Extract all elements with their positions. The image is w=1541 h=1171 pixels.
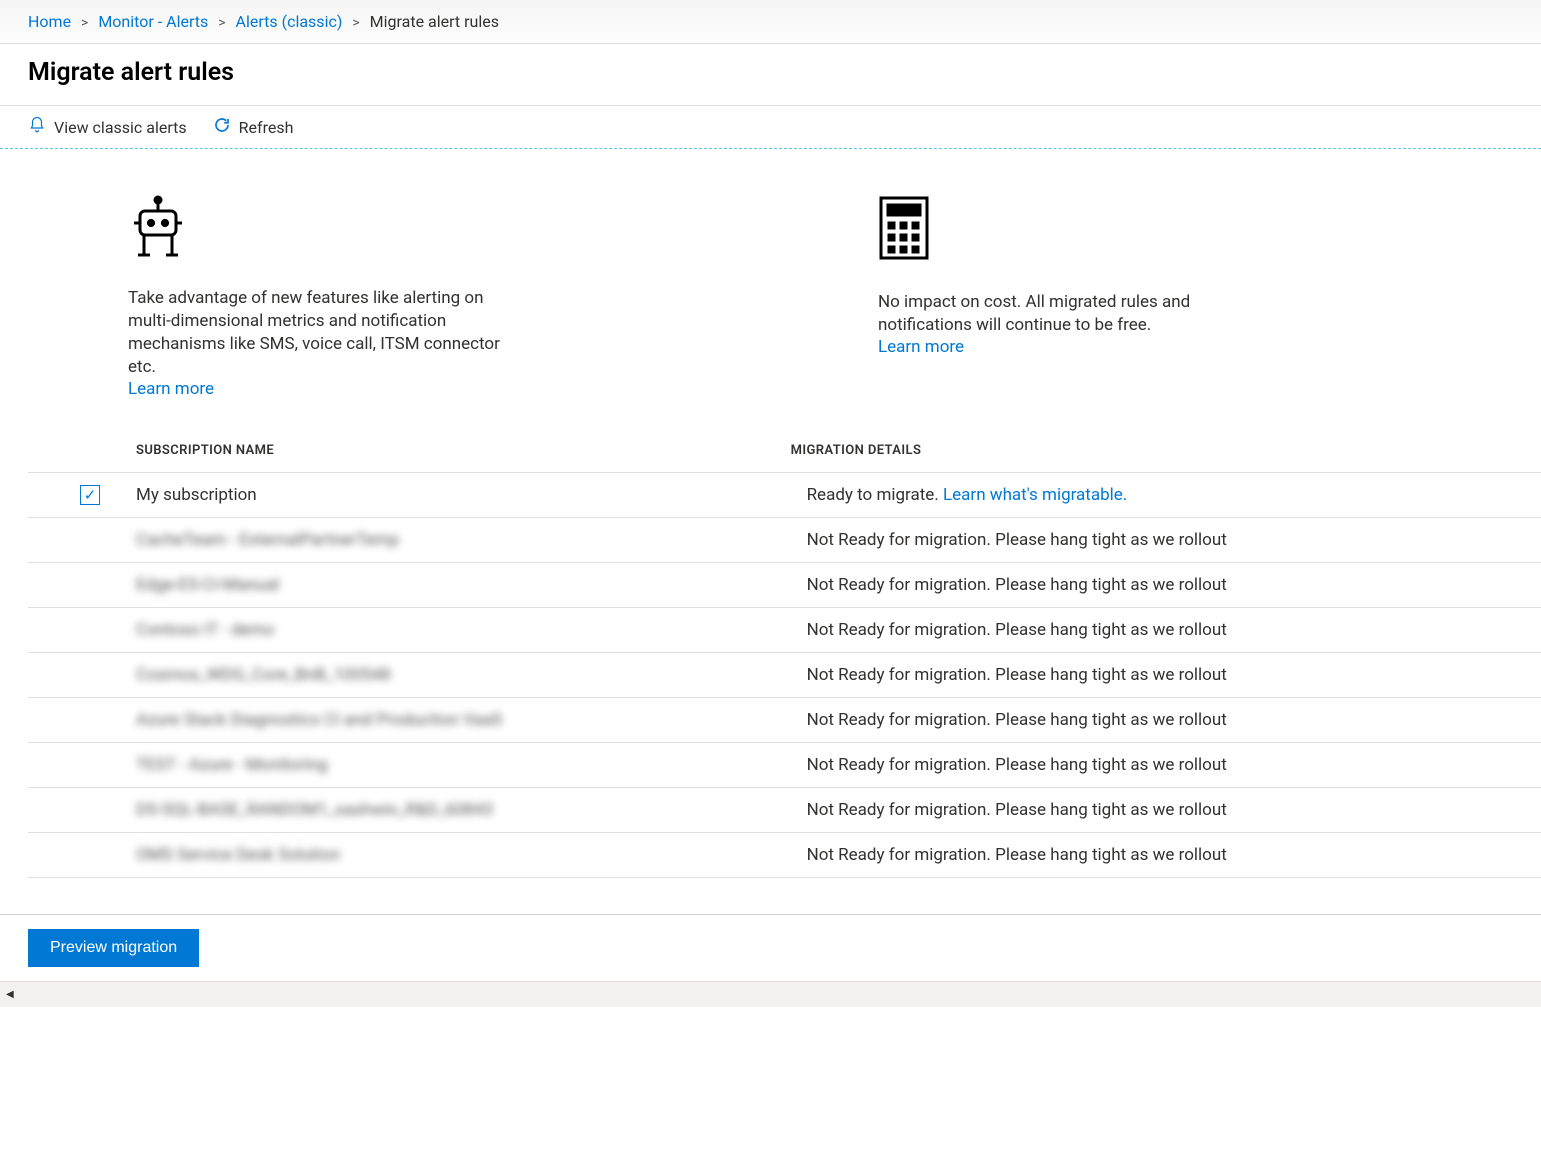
row-checkbox-cell — [28, 608, 108, 653]
refresh-icon — [213, 116, 231, 138]
table-row[interactable]: Azure Stack Diagnostics CI and Productio… — [28, 698, 1541, 743]
row-checkbox-cell: ✓ — [28, 472, 108, 518]
subscription-name-cell: CacheTeam - ExternalPartnerTemp — [108, 518, 783, 563]
breadcrumb-separator: > — [81, 15, 88, 31]
subscription-name: Azure Stack Diagnostics CI and Productio… — [136, 710, 502, 730]
footer-bar: Preview migration — [0, 914, 1541, 981]
migration-details-cell: Not Ready for migration. Please hang tig… — [783, 698, 1541, 743]
row-checkbox-cell — [28, 743, 108, 788]
table-row[interactable]: Contoso IT - demo Not Ready for migration… — [28, 608, 1541, 653]
table-row[interactable]: TEST - Azure - Monitoring Not Ready for m… — [28, 743, 1541, 788]
breadcrumb-monitor-alerts[interactable]: Monitor - Alerts — [98, 12, 208, 31]
subscription-name: Cosmos_WDG_Core_BnB_100548 — [136, 665, 391, 685]
breadcrumb-separator: > — [218, 15, 225, 31]
view-classic-alerts-button[interactable]: View classic alerts — [28, 116, 187, 138]
table-row[interactable]: OMS Service Desk Solution Not Ready for m… — [28, 833, 1541, 878]
subscription-name-cell: Contoso IT - demo — [108, 608, 783, 653]
learn-migratable-link[interactable]: Learn what's migratable. — [943, 485, 1127, 505]
table-row[interactable]: ✓ My subscription Ready to migrate. Learn … — [28, 472, 1541, 518]
migration-status-text: Not Ready for migration. Please hang tig… — [807, 800, 1227, 820]
table-row[interactable]: Edge-ES-CI-Manual Not Ready for migration… — [28, 563, 1541, 608]
row-checkbox-cell — [28, 833, 108, 878]
row-checkbox-cell — [28, 653, 108, 698]
info-cost-text: No impact on cost. All migrated rules an… — [878, 291, 1278, 337]
info-block-features: Take advantage of new features like aler… — [128, 195, 528, 399]
collapse-triangle-icon[interactable]: ◀ — [6, 989, 14, 1000]
breadcrumb-current: Migrate alert rules — [370, 12, 499, 31]
row-checkbox-cell — [28, 788, 108, 833]
preview-migration-button[interactable]: Preview migration — [28, 929, 199, 967]
breadcrumb-home[interactable]: Home — [28, 12, 71, 31]
migration-details-cell: Not Ready for migration. Please hang tig… — [783, 743, 1541, 788]
migration-status-text: Not Ready for migration. Please hang tig… — [807, 710, 1227, 730]
table-row[interactable]: DS-SQL-BASE_RANDOM1_sashwin_R&D_60843 Not… — [28, 788, 1541, 833]
subscription-name-cell: DS-SQL-BASE_RANDOM1_sashwin_R&D_60843 — [108, 788, 783, 833]
migration-details-cell: Not Ready for migration. Please hang tig… — [783, 563, 1541, 608]
refresh-label: Refresh — [239, 118, 294, 137]
page-title: Migrate alert rules — [0, 44, 1541, 105]
migration-details-cell: Not Ready for migration. Please hang tig… — [783, 608, 1541, 653]
bell-icon — [28, 116, 46, 138]
row-checkbox-cell — [28, 698, 108, 743]
subscription-table: SUBSCRIPTION NAME MIGRATION DETAILS ✓ My … — [28, 429, 1541, 879]
subscription-name-cell: Cosmos_WDG_Core_BnB_100548 — [108, 653, 783, 698]
subscription-name: DS-SQL-BASE_RANDOM1_sashwin_R&D_60843 — [136, 800, 493, 820]
breadcrumb-separator: > — [352, 15, 359, 31]
info-block-cost: No impact on cost. All migrated rules an… — [878, 195, 1278, 399]
table-header-name: SUBSCRIPTION NAME — [108, 429, 783, 473]
subscription-table-wrap: SUBSCRIPTION NAME MIGRATION DETAILS ✓ My … — [0, 429, 1541, 879]
status-strip: ◀ — [0, 981, 1541, 1007]
subscription-name: OMS Service Desk Solution — [136, 845, 340, 865]
breadcrumb: Home > Monitor - Alerts > Alerts (classi… — [0, 0, 1541, 44]
subscription-name-cell: OMS Service Desk Solution — [108, 833, 783, 878]
migration-details-cell: Not Ready for migration. Please hang tig… — [783, 518, 1541, 563]
row-checkbox-cell — [28, 518, 108, 563]
info-area: Take advantage of new features like aler… — [0, 149, 1541, 429]
migration-details-cell: Ready to migrate. Learn what's migratabl… — [783, 472, 1541, 518]
migration-details-cell: Not Ready for migration. Please hang tig… — [783, 788, 1541, 833]
row-checkbox[interactable]: ✓ — [80, 485, 100, 505]
info-features-text: Take advantage of new features like aler… — [128, 287, 528, 379]
subscription-name-cell: My subscription — [108, 472, 783, 518]
migration-status-text: Not Ready for migration. Please hang tig… — [807, 665, 1227, 685]
info-cost-learn-more-link[interactable]: Learn more — [878, 337, 964, 357]
table-row[interactable]: CacheTeam - ExternalPartnerTemp Not Ready… — [28, 518, 1541, 563]
info-features-learn-more-link[interactable]: Learn more — [128, 379, 214, 399]
migration-status-text: Not Ready for migration. Please hang tig… — [807, 575, 1227, 595]
calculator-icon — [878, 195, 1278, 265]
refresh-button[interactable]: Refresh — [213, 116, 294, 138]
subscription-name: CacheTeam - ExternalPartnerTemp — [136, 530, 399, 550]
table-header-details: MIGRATION DETAILS — [783, 429, 1541, 473]
view-classic-alerts-label: View classic alerts — [54, 118, 187, 137]
subscription-name: TEST - Azure - Monitoring — [136, 755, 328, 775]
robot-icon — [128, 195, 528, 261]
migration-status-text: Not Ready for migration. Please hang tig… — [807, 620, 1227, 640]
migration-status-text: Not Ready for migration. Please hang tig… — [807, 530, 1227, 550]
subscription-name-cell: TEST - Azure - Monitoring — [108, 743, 783, 788]
migration-status-text: Not Ready for migration. Please hang tig… — [807, 755, 1227, 775]
subscription-name-cell: Edge-ES-CI-Manual — [108, 563, 783, 608]
table-header-checkbox — [28, 429, 108, 473]
migration-details-cell: Not Ready for migration. Please hang tig… — [783, 653, 1541, 698]
table-row[interactable]: Cosmos_WDG_Core_BnB_100548 Not Ready for … — [28, 653, 1541, 698]
row-checkbox-cell — [28, 563, 108, 608]
subscription-name: Contoso IT - demo — [136, 620, 274, 640]
subscription-name: My subscription — [136, 485, 257, 505]
migration-status-text: Ready to migrate. — [807, 485, 939, 505]
toolbar: View classic alerts Refresh — [0, 105, 1541, 149]
migration-status-text: Not Ready for migration. Please hang tig… — [807, 845, 1227, 865]
breadcrumb-alerts-classic[interactable]: Alerts (classic) — [236, 12, 343, 31]
subscription-name-cell: Azure Stack Diagnostics CI and Productio… — [108, 698, 783, 743]
subscription-name: Edge-ES-CI-Manual — [136, 575, 279, 595]
migration-details-cell: Not Ready for migration. Please hang tig… — [783, 833, 1541, 878]
